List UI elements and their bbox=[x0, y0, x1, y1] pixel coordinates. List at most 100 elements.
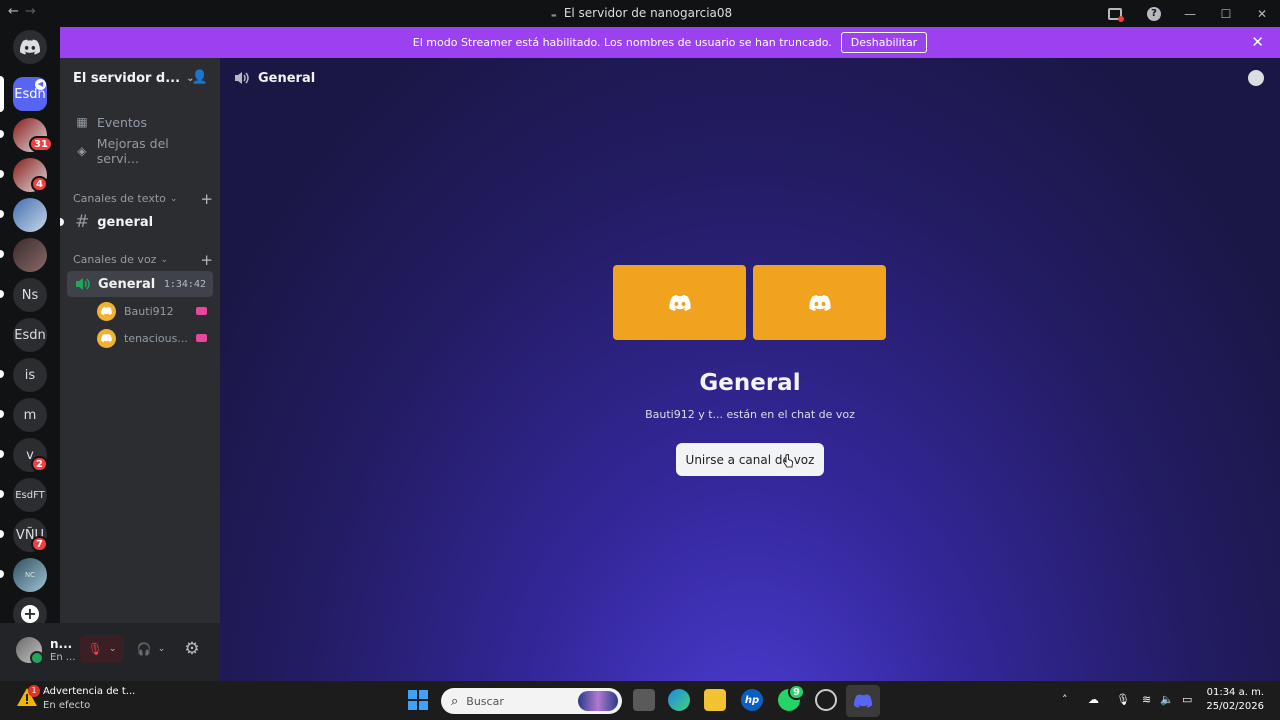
file-explorer-icon[interactable] bbox=[704, 689, 726, 711]
weather-alert-title[interactable]: Advertencia de t... bbox=[43, 686, 135, 697]
banner-text: El modo Streamer está habilitado. Los no… bbox=[412, 36, 832, 49]
unread-indicator bbox=[0, 410, 4, 418]
notification-badge: 1 bbox=[28, 685, 40, 697]
sidebar-item-label: Eventos bbox=[97, 114, 147, 130]
channel-general-text[interactable]: # general bbox=[67, 209, 213, 235]
unread-indicator bbox=[0, 130, 4, 138]
voice-user[interactable]: Bauti912 bbox=[97, 299, 213, 323]
maximize-button[interactable]: ☐ bbox=[1208, 7, 1244, 21]
avatar[interactable] bbox=[16, 637, 44, 665]
sidebar-item-events[interactable]: ▦ Eventos bbox=[67, 109, 213, 135]
task-view-icon[interactable] bbox=[633, 689, 655, 711]
unread-indicator bbox=[0, 210, 4, 218]
unread-indicator bbox=[60, 218, 64, 226]
unread-indicator bbox=[0, 170, 4, 178]
server-m[interactable]: m bbox=[13, 398, 47, 432]
chat-bubble-icon[interactable] bbox=[1248, 70, 1264, 86]
streaming-icon bbox=[196, 334, 207, 342]
add-channel-icon[interactable]: + bbox=[200, 190, 213, 208]
hashtag-icon: # bbox=[75, 212, 90, 232]
onedrive-icon[interactable]: ☁ bbox=[1088, 693, 1099, 706]
speaker-icon bbox=[235, 72, 249, 84]
taskbar-search[interactable]: ⌕ Buscar bbox=[441, 688, 622, 714]
server-ns[interactable]: Ns bbox=[13, 278, 47, 312]
whatsapp-badge: 9 bbox=[788, 684, 805, 700]
sidebar-item-boosts[interactable]: ◈ Mejoras del servi... bbox=[67, 136, 213, 166]
mention-badge: 2 bbox=[31, 456, 48, 472]
chevron-down-icon[interactable]: ⌄ bbox=[109, 644, 117, 654]
unread-indicator bbox=[0, 250, 4, 258]
unread-indicator bbox=[0, 370, 4, 378]
mention-badge: 31 bbox=[29, 136, 53, 152]
server-name: El servidor d... bbox=[73, 70, 181, 86]
streamer-mode-banner: El modo Streamer está habilitado. Los no… bbox=[60, 27, 1280, 58]
weather-alert-subtitle: En efecto bbox=[43, 700, 91, 711]
user-status: En ... bbox=[50, 652, 76, 663]
channel-title: General bbox=[258, 70, 316, 86]
voice-channels-category[interactable]: Canales de voz ⌄ + bbox=[73, 251, 213, 269]
voice-speaker-icon: ◀ bbox=[35, 79, 46, 90]
unread-indicator bbox=[0, 290, 4, 298]
voice-user[interactable]: tenacious... bbox=[97, 326, 213, 350]
hp-icon[interactable]: hp bbox=[741, 689, 763, 711]
close-button[interactable]: ✕ bbox=[1244, 7, 1280, 21]
clock[interactable]: 01:34 a. m. 25/02/2026 bbox=[1206, 686, 1264, 714]
unread-indicator bbox=[0, 530, 4, 538]
windows-start-icon[interactable] bbox=[408, 690, 428, 710]
participant-tile[interactable] bbox=[753, 265, 886, 340]
minimize-button[interactable]: — bbox=[1172, 7, 1208, 21]
chevron-up-icon[interactable]: ˄ bbox=[1062, 693, 1068, 706]
unread-indicator bbox=[0, 570, 4, 578]
wifi-icon[interactable]: ≋ bbox=[1142, 693, 1151, 706]
add-channel-icon[interactable]: + bbox=[200, 251, 213, 269]
server-is[interactable]: is bbox=[13, 358, 47, 392]
unread-indicator bbox=[0, 450, 4, 458]
participant-tiles bbox=[613, 265, 886, 340]
voice-channel-title: General bbox=[699, 370, 801, 396]
server-icon-3[interactable] bbox=[13, 198, 47, 232]
windows-taskbar: 1 Advertencia de t... En efecto ⌕ Buscar… bbox=[0, 681, 1280, 720]
title-bar: ← → ▬ El servidor de nanogarcia08 ? — ☐ ✕ bbox=[0, 0, 1280, 27]
disable-streamer-button[interactable]: Deshabilitar bbox=[840, 32, 928, 53]
sidebar-item-label: Mejoras del servi... bbox=[96, 136, 169, 166]
chevron-down-icon[interactable]: ⌄ bbox=[158, 644, 166, 654]
help-icon[interactable]: ? bbox=[1147, 6, 1161, 21]
edge-icon[interactable] bbox=[668, 689, 690, 711]
join-voice-button[interactable]: Unirse a canal de voz bbox=[676, 443, 824, 476]
mention-badge: 7 bbox=[31, 536, 48, 552]
selected-indicator bbox=[0, 76, 4, 112]
server-nc[interactable]: NC bbox=[13, 558, 47, 592]
search-icon: ⌕ bbox=[451, 693, 459, 709]
channel-sidebar: El servidor d... ⌄ 👤 ▦ Eventos ◈ Mejoras… bbox=[60, 58, 220, 623]
server-header[interactable]: El servidor d... ⌄ 👤 bbox=[60, 58, 220, 98]
channel-general-voice[interactable]: General 1:34:42 bbox=[67, 271, 213, 297]
unread-indicator bbox=[0, 490, 4, 498]
volume-icon[interactable]: 🔈 bbox=[1160, 693, 1174, 706]
discord-logo-icon bbox=[854, 694, 872, 708]
battery-icon[interactable]: ▭ bbox=[1182, 693, 1192, 706]
text-channels-category[interactable]: Canales de texto ⌄ + bbox=[73, 190, 213, 208]
microphone-icon[interactable]: 🎙 bbox=[1116, 693, 1130, 706]
channel-header: General bbox=[220, 58, 1280, 98]
settings-gear-icon[interactable]: ⚙ bbox=[178, 635, 206, 663]
inbox-icon[interactable] bbox=[1108, 7, 1124, 22]
app-icon[interactable] bbox=[815, 689, 837, 711]
voice-channel-subtitle: Bauti912 y t... están en el chat de voz bbox=[645, 408, 855, 421]
avatar bbox=[97, 328, 116, 348]
speaker-icon bbox=[76, 278, 90, 290]
window-title: ▬ El servidor de nanogarcia08 bbox=[0, 6, 1280, 22]
server-esdft[interactable]: EsdFT bbox=[13, 478, 47, 512]
server-esdn[interactable]: Esdn bbox=[13, 318, 47, 352]
invite-people-icon[interactable]: 👤 bbox=[192, 70, 208, 85]
discord-taskbar-button[interactable] bbox=[846, 685, 880, 717]
voice-timer: 1:34:42 bbox=[163, 278, 206, 290]
discord-home-icon[interactable] bbox=[13, 30, 47, 64]
discord-logo-icon bbox=[668, 294, 691, 311]
deafen-button[interactable]: 🎧 ⌄ bbox=[129, 635, 173, 663]
server-icon: ▬ bbox=[550, 12, 557, 19]
server-icon-4[interactable] bbox=[13, 238, 47, 272]
user-panel: n... En ... 🎙 ⌄ 🎧 ⌄ ⚙ bbox=[0, 623, 220, 681]
close-icon[interactable]: ✕ bbox=[1251, 33, 1264, 51]
mute-button[interactable]: 🎙 ⌄ bbox=[80, 635, 124, 663]
participant-tile[interactable] bbox=[613, 265, 746, 340]
